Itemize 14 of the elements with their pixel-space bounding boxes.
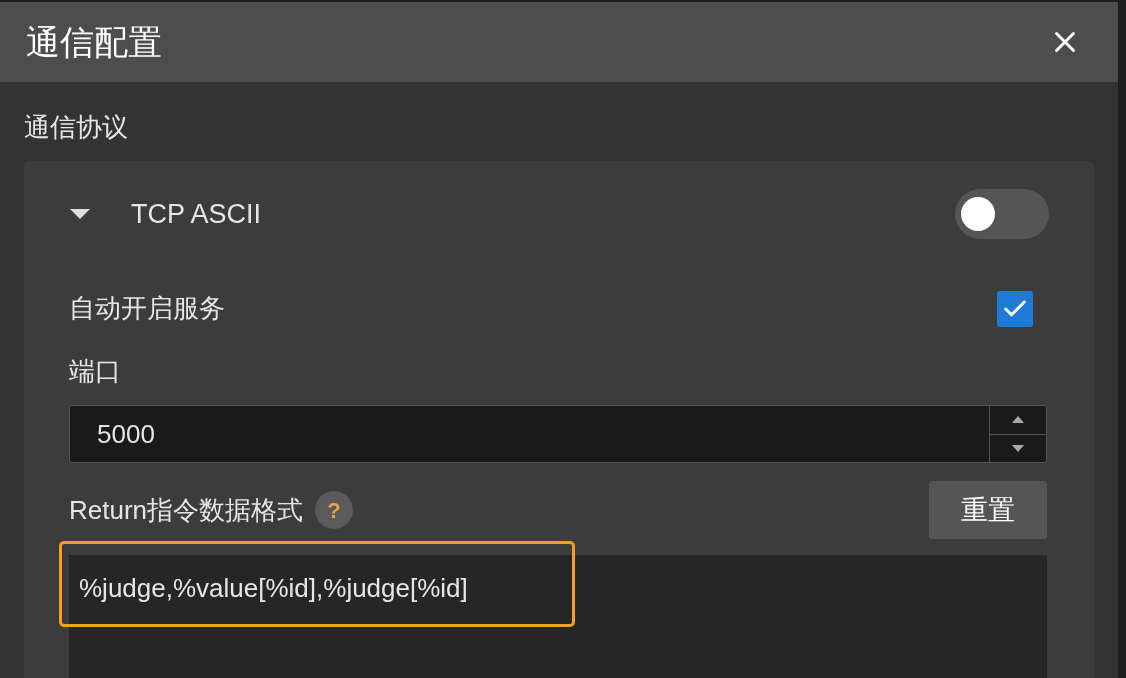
port-label: 端口 [69, 355, 122, 388]
reset-button[interactable]: 重置 [929, 481, 1047, 539]
return-format-label: Return指令数据格式 [69, 493, 304, 527]
auto-start-label: 自动开启服务 [69, 292, 225, 325]
port-value: 5000 [96, 417, 156, 451]
port-spinbox[interactable]: 5000 [69, 405, 1047, 463]
window-title: 通信配置 [26, 21, 162, 63]
toggle-switch[interactable] [955, 189, 1049, 239]
protocol-name: TCP ASCII [131, 197, 262, 231]
section-label: 通信协议 [24, 112, 128, 142]
format-text: %judge,%value[%id],%judge[%id] [79, 573, 468, 603]
auto-start-checkbox[interactable] [997, 290, 1033, 327]
expand-arrow-icon[interactable] [69, 207, 91, 221]
format-text-area[interactable]: %judge,%value[%id],%judge[%id] [69, 555, 1047, 678]
